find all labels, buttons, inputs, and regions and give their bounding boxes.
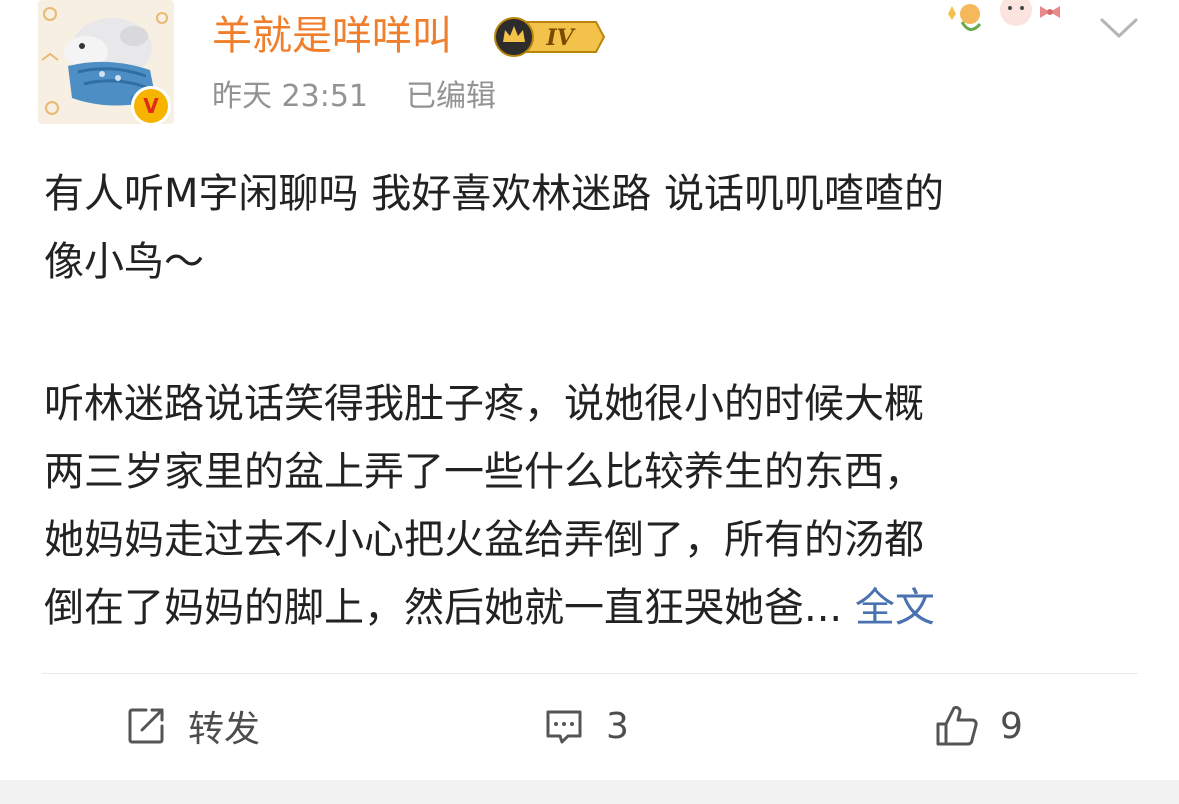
verified-badge-icon: V [131, 86, 171, 126]
repost-label: 转发 [188, 709, 261, 750]
like-count: 9 [1000, 705, 1023, 747]
post-line: 像小鸟～ [44, 239, 204, 285]
post-paragraph-2: 听林迷路说话笑得我肚子疼，说她很小的时候大概 两三岁家里的盆上弄了一些什么比较养… [44, 370, 1144, 642]
divider [42, 673, 1138, 674]
comment-button[interactable]: 3 [542, 700, 629, 752]
share-edit-icon [124, 704, 168, 748]
post-line: 有人听M字闲聊吗 我好喜欢林迷路 说话叽叽喳喳的 [44, 171, 944, 217]
post-timestamp: 昨天 23:51 [212, 79, 368, 114]
decoration-sticker-icon [940, 0, 1070, 40]
post-line: 听林迷路说话笑得我肚子疼，说她很小的时候大概 [44, 381, 924, 427]
weibo-post-card: V 羊就是咩咩叫 IV 昨天 23:51 已编辑 有人听M字闲聊吗 我好喜欢林迷… [0, 0, 1179, 780]
post-paragraph-1: 有人听M字闲聊吗 我好喜欢林迷路 说话叽叽喳喳的 像小鸟～ [44, 160, 1144, 296]
comment-count: 3 [606, 705, 629, 747]
feed-separator [0, 780, 1179, 804]
post-meta: 昨天 23:51 已编辑 [212, 74, 496, 120]
post-line-text: 倒在了妈妈的脚上，然后她就一直狂哭她爸... [44, 585, 843, 631]
thumbs-up-icon [932, 702, 980, 750]
repost-button[interactable]: 转发 [124, 700, 260, 752]
edited-label[interactable]: 已编辑 [406, 79, 496, 114]
vip-crown-icon[interactable]: IV [492, 14, 606, 60]
chevron-down-icon[interactable] [1098, 14, 1140, 42]
author-name[interactable]: 羊就是咩咩叫 [212, 8, 452, 64]
comment-icon [542, 704, 586, 748]
post-line: 她妈妈走过去不小心把火盆给弄倒了，所有的汤都 [44, 517, 924, 563]
post-line-last: 倒在了妈妈的脚上，然后她就一直狂哭她爸... 全文 [44, 574, 1144, 642]
expand-full-text-link[interactable]: 全文 [855, 585, 935, 631]
verified-badge-text: V [143, 94, 159, 118]
like-button[interactable]: 9 [932, 700, 1023, 752]
post-line: 两三岁家里的盆上弄了一些什么比较养生的东西， [44, 449, 924, 495]
vip-level-text: IV [545, 25, 575, 51]
